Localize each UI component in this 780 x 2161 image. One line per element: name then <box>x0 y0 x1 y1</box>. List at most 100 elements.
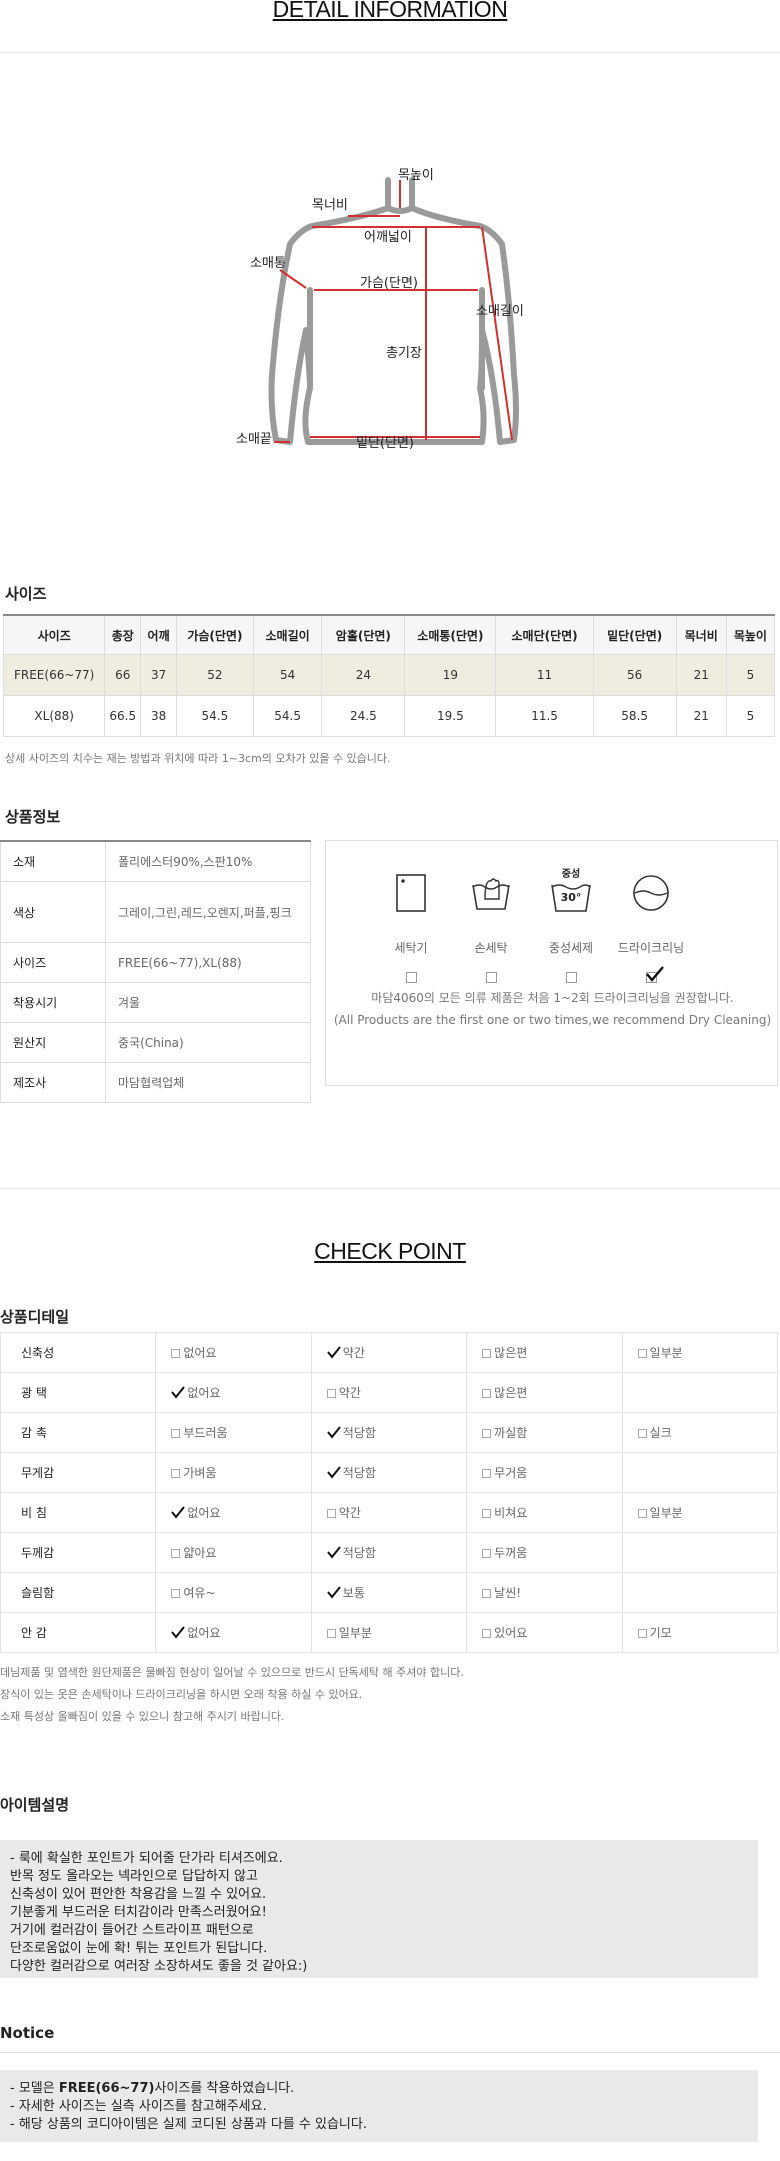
washing-guide: 세탁기 손세탁 중성 30° 중성세제 드라이크리닝 마담4060의 모든 의류… <box>325 840 778 1086</box>
option-box-icon <box>326 1629 336 1638</box>
check-row-label: 신축성 <box>0 1332 157 1373</box>
wash-label: 드라이크리닝 <box>617 941 685 955</box>
detail-information-title: DETAIL INFORMATION <box>272 0 508 22</box>
check-icon <box>645 966 664 982</box>
size-col-header: 총장 <box>104 614 142 655</box>
check-icon <box>327 1586 341 1599</box>
check-option: 약간 <box>310 1372 468 1413</box>
check-option-label: 없어요 <box>183 1346 217 1360</box>
check-option: 없어요 <box>155 1612 312 1653</box>
size-col-header: 소매단(단면) <box>495 614 594 655</box>
check-icon <box>171 1506 186 1519</box>
option-box-icon <box>482 1469 492 1478</box>
care-note: 데님제품 및 염색한 원단제품은 물빠짐 현상이 일어날 수 있으므로 반드시 … <box>0 1666 464 1679</box>
check-option-label: 없어요 <box>187 1626 221 1640</box>
check-option-label: 적당함 <box>342 1466 376 1480</box>
divider <box>0 1188 780 1189</box>
size-cell: 11.5 <box>495 695 594 737</box>
check-icon <box>327 1546 341 1559</box>
info-key: 원산지 <box>0 1022 106 1063</box>
option-box-icon <box>637 1509 647 1518</box>
option-box-icon <box>171 1549 181 1558</box>
check-option-label: 없어요 <box>187 1386 221 1400</box>
size-cell: 24.5 <box>321 695 406 737</box>
check-option-label: 두꺼움 <box>494 1546 528 1560</box>
info-row: 착용시기 겨울 <box>0 982 311 1023</box>
check-option-label: 보통 <box>342 1586 365 1600</box>
product-info-table: 소재 폴리에스터90%,스판10% 색상 그레이,그린,레드,오렌지,퍼플,핑크 사… <box>0 840 311 1103</box>
size-cell: 38 <box>140 695 178 737</box>
option-box-icon <box>637 1429 647 1438</box>
notice-suffix: 사이즈를 착용하였습니다. <box>154 2081 295 2096</box>
check-option: 기모 <box>621 1612 779 1653</box>
size-col-header: 목너비 <box>675 614 727 655</box>
washing-machine-icon <box>396 874 426 912</box>
size-col-header: 소매통(단면) <box>404 614 497 655</box>
wash-item-machine: 세탁기 <box>366 871 456 987</box>
size-cell: 52 <box>176 654 254 696</box>
desc-line: 다양한 컬러감으로 여러장 소장하셔도 좋을 것 같아요:) <box>10 1959 308 1974</box>
check-option-label: 얇아요 <box>183 1546 217 1560</box>
wash-label: 손세탁 <box>474 941 508 955</box>
check-row-label: 슬림함 <box>0 1572 157 1613</box>
check-row: 신축성 없어요 약간 많은편 일부분 <box>0 1332 779 1373</box>
size-cell: 56 <box>592 654 677 696</box>
item-desc-heading: 아이템설명 <box>0 1796 70 1814</box>
check-option-label: 비쳐요 <box>494 1506 528 1520</box>
desc-line: - 룩에 확실한 포인트가 되어줄 단가라 티셔즈에요. <box>10 1851 283 1866</box>
size-heading: 사이즈 <box>5 585 47 603</box>
hand-wash-icon <box>472 878 510 910</box>
check-option: 비쳐요 <box>466 1492 623 1533</box>
desc-line: 기분좋게 부드러운 터치감이라 만족스러웠어요! <box>10 1905 267 1920</box>
check-option: 없어요 <box>155 1492 312 1533</box>
item-desc-box: - 룩에 확실한 포인트가 되어줄 단가라 티셔즈에요. 반목 정도 올라오는 … <box>0 1840 758 1978</box>
option-box-icon <box>482 1549 492 1558</box>
check-option: 여유~ <box>155 1572 312 1613</box>
notice-line: - 해당 상품의 코디아이템은 실제 코디된 상품과 다를 수 있습니다. <box>10 2117 367 2132</box>
size-cell: 58.5 <box>592 695 677 737</box>
wash-checkbox-checked <box>645 966 664 983</box>
info-key: 사이즈 <box>0 942 106 983</box>
check-row: 안 감 없어요 일부분 있어요 기모 <box>0 1612 779 1653</box>
desc-line: 거기에 컬러감이 들어간 스트라이프 패턴으로 <box>10 1923 254 1938</box>
check-icon <box>327 1346 341 1359</box>
info-key: 착용시기 <box>0 982 106 1023</box>
size-note: 상세 사이즈의 치수는 재는 방법과 위치에 따라 1~3cm의 오차가 있을 … <box>5 752 391 765</box>
info-value: 마담협력업체 <box>105 1062 311 1103</box>
check-row: 비 침 없어요 약간 비쳐요 일부분 <box>0 1492 779 1533</box>
size-table: 사이즈 총장 어깨 가슴(단면) 소매길이 암홀(단면) 소매통(단면) 소매단… <box>2 614 776 737</box>
check-option-label: 일부분 <box>649 1346 683 1360</box>
info-row: 색상 그레이,그린,레드,오렌지,퍼플,핑크 <box>0 881 311 943</box>
check-option: 적당함 <box>310 1452 468 1493</box>
check-point-table: 신축성 없어요 약간 많은편 일부분 광 택 없어요 약간 많은편 감 촉 부드러움 적당함 까실함 실크… <box>0 1332 779 1653</box>
neutral-icon-top: 중성 <box>561 869 581 880</box>
info-value: 그레이,그린,레드,오렌지,퍼플,핑크 <box>105 881 311 943</box>
check-option: 적당함 <box>310 1412 468 1453</box>
info-row: 제조사 마담협력업체 <box>0 1062 311 1103</box>
label-hem: 밑단(단면) <box>356 436 414 451</box>
option-box-icon <box>482 1429 492 1438</box>
check-option: 날씬! <box>466 1572 623 1613</box>
check-option-label: 여유~ <box>183 1586 216 1600</box>
desc-line: 반목 정도 올라오는 넥라인으로 답답하지 않고 <box>10 1869 258 1884</box>
size-cell: 21 <box>675 695 727 737</box>
info-row: 원산지 중국(China) <box>0 1022 311 1063</box>
check-option-label: 적당함 <box>342 1546 376 1560</box>
neutral-icon-temp: 30° <box>560 891 582 904</box>
label-shoulder: 어깨넓이 <box>364 230 412 245</box>
size-cell: 19.5 <box>404 695 497 737</box>
wash-checkbox <box>565 972 577 983</box>
check-option: 없어요 <box>155 1372 312 1413</box>
size-cell: 19 <box>404 654 497 696</box>
care-note: 소재 특성상 올빠짐이 있을 수 있으니 참고해 주시기 바랍니다. <box>0 1710 285 1723</box>
label-neck-height: 목높이 <box>398 168 434 183</box>
check-option-label: 일부분 <box>649 1506 683 1520</box>
wash-item-neutral: 중성 30° 중성세제 <box>526 865 616 987</box>
size-cell: 54 <box>252 654 323 696</box>
check-row-label: 감 촉 <box>0 1412 157 1453</box>
check-option: 보통 <box>310 1572 468 1613</box>
check-row-label: 안 감 <box>0 1612 157 1653</box>
size-row-xl: XL(88) 66.5 38 54.5 54.5 24.5 19.5 11.5 … <box>2 695 776 737</box>
info-row: 사이즈 FREE(66~77),XL(88) <box>0 942 311 983</box>
check-option: 실크 <box>621 1412 779 1453</box>
